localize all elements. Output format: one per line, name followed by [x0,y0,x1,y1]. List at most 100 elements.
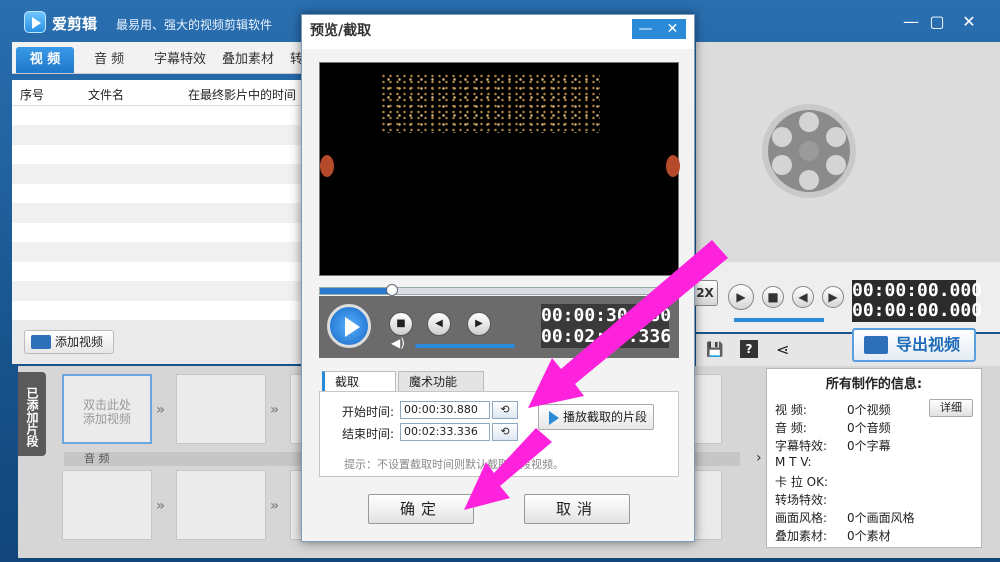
info-key: 画面风格: [775,511,828,525]
audio-slot[interactable] [62,470,152,540]
ok-button[interactable]: 确定 [368,494,474,524]
play-icon[interactable]: ▶ [728,284,754,310]
stop-icon[interactable]: ■ [389,312,413,336]
tab-overlay[interactable]: 叠加素材 [216,47,280,73]
audio-slot[interactable] [694,470,722,540]
watermark-logo: du 经验 [824,476,923,506]
preview-trim-dialog: 预览/截取 — ✕ ■ ◀ ▶ ◀) 00:00:30.880 00:02:33… [301,14,695,542]
next-frame-icon[interactable]: ▶ [822,286,844,308]
dialog-tabs: 截取 魔术功能 [322,369,682,393]
main-tabs: 视 频 音 频 字幕特效 叠加素材 转 [12,42,303,74]
dialog-minimize-button[interactable]: — [632,19,659,39]
add-video-slot[interactable]: 双击此处 添加视频 [62,374,152,444]
play-button[interactable] [327,304,371,348]
chevron-right-icon: » [156,498,166,514]
clip-slot[interactable] [176,374,266,444]
prev-frame-icon[interactable]: ◀ [792,286,814,308]
seek-progress [320,288,392,294]
seek-bar[interactable] [319,284,679,296]
help-icon[interactable]: ? [740,340,758,358]
main-time-total: 00:00:00.000 [852,300,983,321]
tab-audio[interactable]: 音 频 [88,47,130,73]
info-value: 0个字幕 [847,439,891,453]
add-slot-text: 双击此处 添加视频 [82,398,131,426]
save-icon[interactable]: 💾 [706,342,723,358]
dialog-window-buttons: — ✕ [632,19,686,39]
next-frame-icon[interactable]: ▶ [467,312,491,336]
pick-time-icon[interactable]: ⟲ [492,423,518,441]
added-clips-label: 已添加片段 [18,372,46,456]
chevron-right-icon[interactable]: › [756,450,762,466]
file-table-body[interactable] [12,106,302,320]
cancel-button[interactable]: 取消 [524,494,630,524]
close-button[interactable]: ✕ [958,11,980,33]
info-key: 字幕特效: [775,439,828,453]
play-segment-button[interactable]: 播放截取的片段 [538,404,654,430]
app-window: 爱剪辑 最易用、强大的视频剪辑软件 — ▢ ✕ 视 频 音 频 字幕特效 叠加素… [0,0,1000,562]
info-panel: 所有制作的信息: 详细 视 频: 0个视频 音 频: 0个音频 字幕特效: 0个字幕 … [766,368,982,548]
chevron-right-icon: » [270,402,280,418]
export-icon [864,336,888,354]
left-bottom-bar: 添加视频 [12,320,302,364]
decoration-image [320,155,334,177]
info-value: 0个音频 [847,421,891,435]
add-video-label: 添加视频 [55,335,104,349]
info-title: 所有制作的信息: [825,377,923,392]
info-key: 音 频: [775,421,807,435]
chevron-right-icon: » [156,402,166,418]
col-filename[interactable]: 文件名 [88,86,124,103]
dialog-close-button[interactable]: ✕ [659,19,686,39]
hint-text: 提示：不设置截取时间则默认截取整段视频。 [344,458,564,471]
volume-icon[interactable]: ◀) [391,336,405,350]
tab-magic[interactable]: 魔术功能 [398,371,484,393]
col-time[interactable]: 在最终影片中的时间 [188,86,296,103]
start-time-input[interactable]: 00:00:30.880 [400,401,490,419]
speed-button[interactable]: 2X [692,280,718,306]
audio-slot[interactable] [176,470,266,540]
seek-handle[interactable] [385,284,398,296]
tab-trim[interactable]: 截取 [322,371,396,393]
film-reel-icon [762,104,856,198]
tab-video[interactable]: 视 频 [16,47,74,73]
file-table-header: 序号 文件名 在最终影片中的时间 [12,80,302,106]
clip-slot[interactable] [694,374,722,444]
tab-subtitles[interactable]: 字幕特效 [148,47,212,73]
main-time-display: 00:00:00.000 00:00:00.000 [852,280,983,322]
info-key: 叠加素材: [775,529,828,543]
minimize-button[interactable]: — [900,11,922,33]
dialog-time-display: 00:00:30.880 00:02:33.336 [541,304,672,348]
info-key: 视 频: [775,403,807,417]
info-value: 0个素材 [847,529,891,543]
maximize-button[interactable]: ▢ [926,11,948,33]
main-volume-slider[interactable] [734,318,824,322]
app-logo-icon [24,11,46,33]
col-index[interactable]: 序号 [20,86,44,103]
main-time-current: 00:00:00.000 [852,280,983,301]
info-value: 0个画面风格 [847,511,915,525]
pick-time-icon[interactable]: ⟲ [492,401,518,419]
end-time-input[interactable]: 00:02:33.336 [400,423,490,441]
share-icon[interactable]: ⋖ [776,340,789,359]
add-video-button[interactable]: 添加视频 [24,330,114,354]
trim-panel: 开始时间: 00:00:30.880 ⟲ 结束时间: 00:02:33.336 … [319,391,679,477]
main-player-controls: 2X ▶ ■ ◀ ▶ 00:00:00.000 00:00:00.000 [692,262,1000,332]
app-name: 爱剪辑 [52,15,98,33]
info-value: 0个视频 [847,403,891,417]
start-time-label: 开始时间: [342,405,395,419]
end-time-label: 结束时间: [342,427,395,441]
chevron-right-icon: » [270,498,280,514]
film-add-icon [31,335,51,349]
prev-frame-icon[interactable]: ◀ [427,312,451,336]
fireworks-image [380,73,600,133]
dialog-time-total: 00:02:33.336 [541,326,672,347]
export-label: 导出视频 [896,335,961,354]
export-video-button[interactable]: 导出视频 [852,328,976,362]
app-slogan: 最易用、强大的视频剪辑软件 [116,18,273,32]
dialog-player-controls: ■ ◀ ▶ ◀) 00:00:30.880 00:02:33.336 [319,296,679,358]
stop-icon[interactable]: ■ [762,286,784,308]
volume-slider[interactable] [415,344,515,348]
video-preview[interactable] [319,62,680,276]
info-key: M T V: [775,455,812,469]
decoration-image [666,155,680,177]
dialog-time-current: 00:00:30.880 [541,305,672,326]
